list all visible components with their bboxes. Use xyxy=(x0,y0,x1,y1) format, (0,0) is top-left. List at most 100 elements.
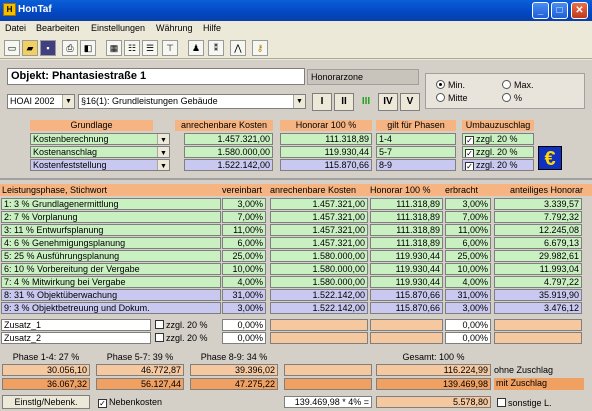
phase-erbracht[interactable]: 6,00% xyxy=(445,237,491,249)
paragraph-select[interactable]: §16(1): Grundleistungen Gebäude ▼ xyxy=(78,94,306,109)
phase-erbracht[interactable]: 3,00% xyxy=(445,198,491,210)
phase-erbracht[interactable]: 31,00% xyxy=(445,289,491,301)
nebenkosten-label: Nebenkosten xyxy=(109,397,163,407)
phase-vereinbart[interactable]: 31,00% xyxy=(222,289,266,301)
zusatz-1-vereinbart[interactable]: 0,00% xyxy=(222,319,266,331)
phase-vereinbart[interactable]: 10,00% xyxy=(222,263,266,275)
checkbox[interactable] xyxy=(155,333,164,342)
kosten-col-header: anrechenbare Kosten xyxy=(270,185,357,195)
phase-kosten: 1.457.321,00 xyxy=(270,224,368,236)
radio-max[interactable]: Max. xyxy=(502,80,534,90)
euro-icon[interactable]: € xyxy=(538,146,562,170)
zone-button-5[interactable]: V xyxy=(400,93,420,111)
compass-icon[interactable]: ⋀ xyxy=(230,40,246,56)
grundlage-select-3[interactable]: Kostenfeststellung ▼ xyxy=(30,159,170,171)
phase-erbracht[interactable]: 3,00% xyxy=(445,302,491,314)
person-icon[interactable]: ♟ xyxy=(188,40,204,56)
grundlage-zuschlag-1[interactable]: ✓ zzgl. 20 % xyxy=(462,133,534,145)
chevron-down-icon[interactable]: ▼ xyxy=(157,160,169,170)
checkbox[interactable] xyxy=(155,320,164,329)
zone-button-2[interactable]: II xyxy=(334,93,354,111)
chevron-down-icon[interactable]: ▼ xyxy=(62,95,74,108)
phase-erbracht[interactable]: 25,00% xyxy=(445,250,491,262)
save-icon[interactable]: ▪ xyxy=(40,40,56,56)
menu-hilfe[interactable]: Hilfe xyxy=(203,23,221,33)
menu-waehrung[interactable]: Währung xyxy=(156,23,193,33)
phase-vereinbart[interactable]: 7,00% xyxy=(222,211,266,223)
phase-vereinbart[interactable]: 6,00% xyxy=(222,237,266,249)
phase-vereinbart[interactable]: 25,00% xyxy=(222,250,266,262)
menu-bearbeiten[interactable]: Bearbeiten xyxy=(36,23,80,33)
table2-icon[interactable]: ☰ xyxy=(142,40,158,56)
title-bar: H HonTaf _ □ ✕ xyxy=(0,0,592,21)
grundlage-phasen-3[interactable]: 8-9 xyxy=(376,159,456,171)
divider xyxy=(0,178,592,180)
zone-button-1[interactable]: I xyxy=(312,93,332,111)
grundlage-zuschlag-2[interactable]: ✓ zzgl. 20 % xyxy=(462,146,534,158)
hoai-version-select[interactable]: HOAI 2002 ▼ xyxy=(7,94,75,109)
menu-datei[interactable]: Datei xyxy=(5,23,26,33)
phase-vereinbart[interactable]: 4,00% xyxy=(222,276,266,288)
chevron-down-icon[interactable]: ▼ xyxy=(293,95,305,108)
print-icon[interactable]: ⎙ xyxy=(62,40,78,56)
key-icon[interactable]: ⚷ xyxy=(252,40,268,56)
phase-erbracht[interactable]: 11,00% xyxy=(445,224,491,236)
person2-icon[interactable]: ⁑ xyxy=(208,40,224,56)
menu-einstellungen[interactable]: Einstellungen xyxy=(91,23,145,33)
radio-min[interactable]: Min. xyxy=(436,80,465,90)
zone-button-4[interactable]: IV xyxy=(378,93,398,111)
zusatz-1-zuschlag[interactable]: zzgl. 20 % xyxy=(155,320,208,330)
phase-erbracht[interactable]: 7,00% xyxy=(445,211,491,223)
grundlage-phasen-2[interactable]: 5-7 xyxy=(376,146,456,158)
checkbox[interactable]: ✓ xyxy=(465,162,474,170)
close-button[interactable]: ✕ xyxy=(571,2,588,19)
checkbox[interactable]: ✓ xyxy=(465,149,474,157)
maximize-button[interactable]: □ xyxy=(551,2,568,19)
phase-erbracht[interactable]: 4,00% xyxy=(445,276,491,288)
radio-pct[interactable]: % xyxy=(502,93,522,103)
phase-vereinbart[interactable]: 11,00% xyxy=(222,224,266,236)
erbracht-col-header: erbracht xyxy=(445,185,479,195)
grundlage-select-2[interactable]: Kostenanschlag ▼ xyxy=(30,146,170,158)
phase-honorar: 119.930,44 xyxy=(370,250,443,262)
grundlage-kosten-2[interactable]: 1.580.000,00 xyxy=(184,146,273,158)
checkbox[interactable]: ✓ xyxy=(465,136,474,144)
zone-button-3[interactable]: III xyxy=(356,93,376,111)
phase-erbracht[interactable]: 10,00% xyxy=(445,263,491,275)
minimize-button[interactable]: _ xyxy=(532,2,549,19)
zusatz-2-vereinbart[interactable]: 0,00% xyxy=(222,332,266,344)
nebenkosten-settings-button[interactable]: Einstlg/Nebenk. xyxy=(2,395,90,409)
zusatz-1-erbracht[interactable]: 0,00% xyxy=(445,319,491,331)
new-icon[interactable]: ▭ xyxy=(4,40,20,56)
sonstige-toggle[interactable]: sonstige L. xyxy=(497,398,552,408)
open-icon[interactable]: ▰ xyxy=(22,40,38,56)
phase-vereinbart[interactable]: 3,00% xyxy=(222,198,266,210)
phase-anteil: 6.679,13 xyxy=(494,237,582,249)
object-title[interactable]: Objekt: Phantasiestraße 1 xyxy=(7,68,305,85)
nebenkosten-toggle[interactable]: ✓ Nebenkosten xyxy=(98,397,162,408)
grundlage-honorar-3: 115.870,66 xyxy=(280,159,372,171)
table-icon[interactable]: ☷ xyxy=(124,40,140,56)
grundlage-kosten-3[interactable]: 1.522.142,00 xyxy=(184,159,273,171)
table3-icon[interactable]: ⊤ xyxy=(162,40,178,56)
grundlage-kosten-1[interactable]: 1.457.321,00 xyxy=(184,133,273,145)
zusatz-1-name[interactable]: Zusatz_1 xyxy=(1,319,151,331)
phase-anteil: 12.245,08 xyxy=(494,224,582,236)
zusatz-2-name[interactable]: Zusatz_2 xyxy=(1,332,151,344)
calc-icon[interactable]: ▦ xyxy=(106,40,122,56)
grundlage-zuschlag-3[interactable]: ✓ zzgl. 20 % xyxy=(462,159,534,171)
grundlage-select-1[interactable]: Kostenberechnung ▼ xyxy=(30,133,170,145)
chevron-down-icon[interactable]: ▼ xyxy=(157,147,169,157)
checkbox[interactable] xyxy=(497,398,506,407)
radio-mitte[interactable]: Mitte xyxy=(436,93,468,103)
zusatz-2-zuschlag[interactable]: zzgl. 20 % xyxy=(155,333,208,343)
grundlage-phasen-1[interactable]: 1-4 xyxy=(376,133,456,145)
phase-vereinbart[interactable]: 3,00% xyxy=(222,302,266,314)
honorar-col-header: Honorar 100 % xyxy=(370,185,431,195)
zusatz-2-erbracht[interactable]: 0,00% xyxy=(445,332,491,344)
preview-icon[interactable]: ◧ xyxy=(80,40,96,56)
group-3-mit: 47.275,22 xyxy=(190,378,278,390)
phasen-header: gilt für Phasen xyxy=(376,120,456,131)
checkbox[interactable]: ✓ xyxy=(98,399,107,408)
chevron-down-icon[interactable]: ▼ xyxy=(157,134,169,144)
